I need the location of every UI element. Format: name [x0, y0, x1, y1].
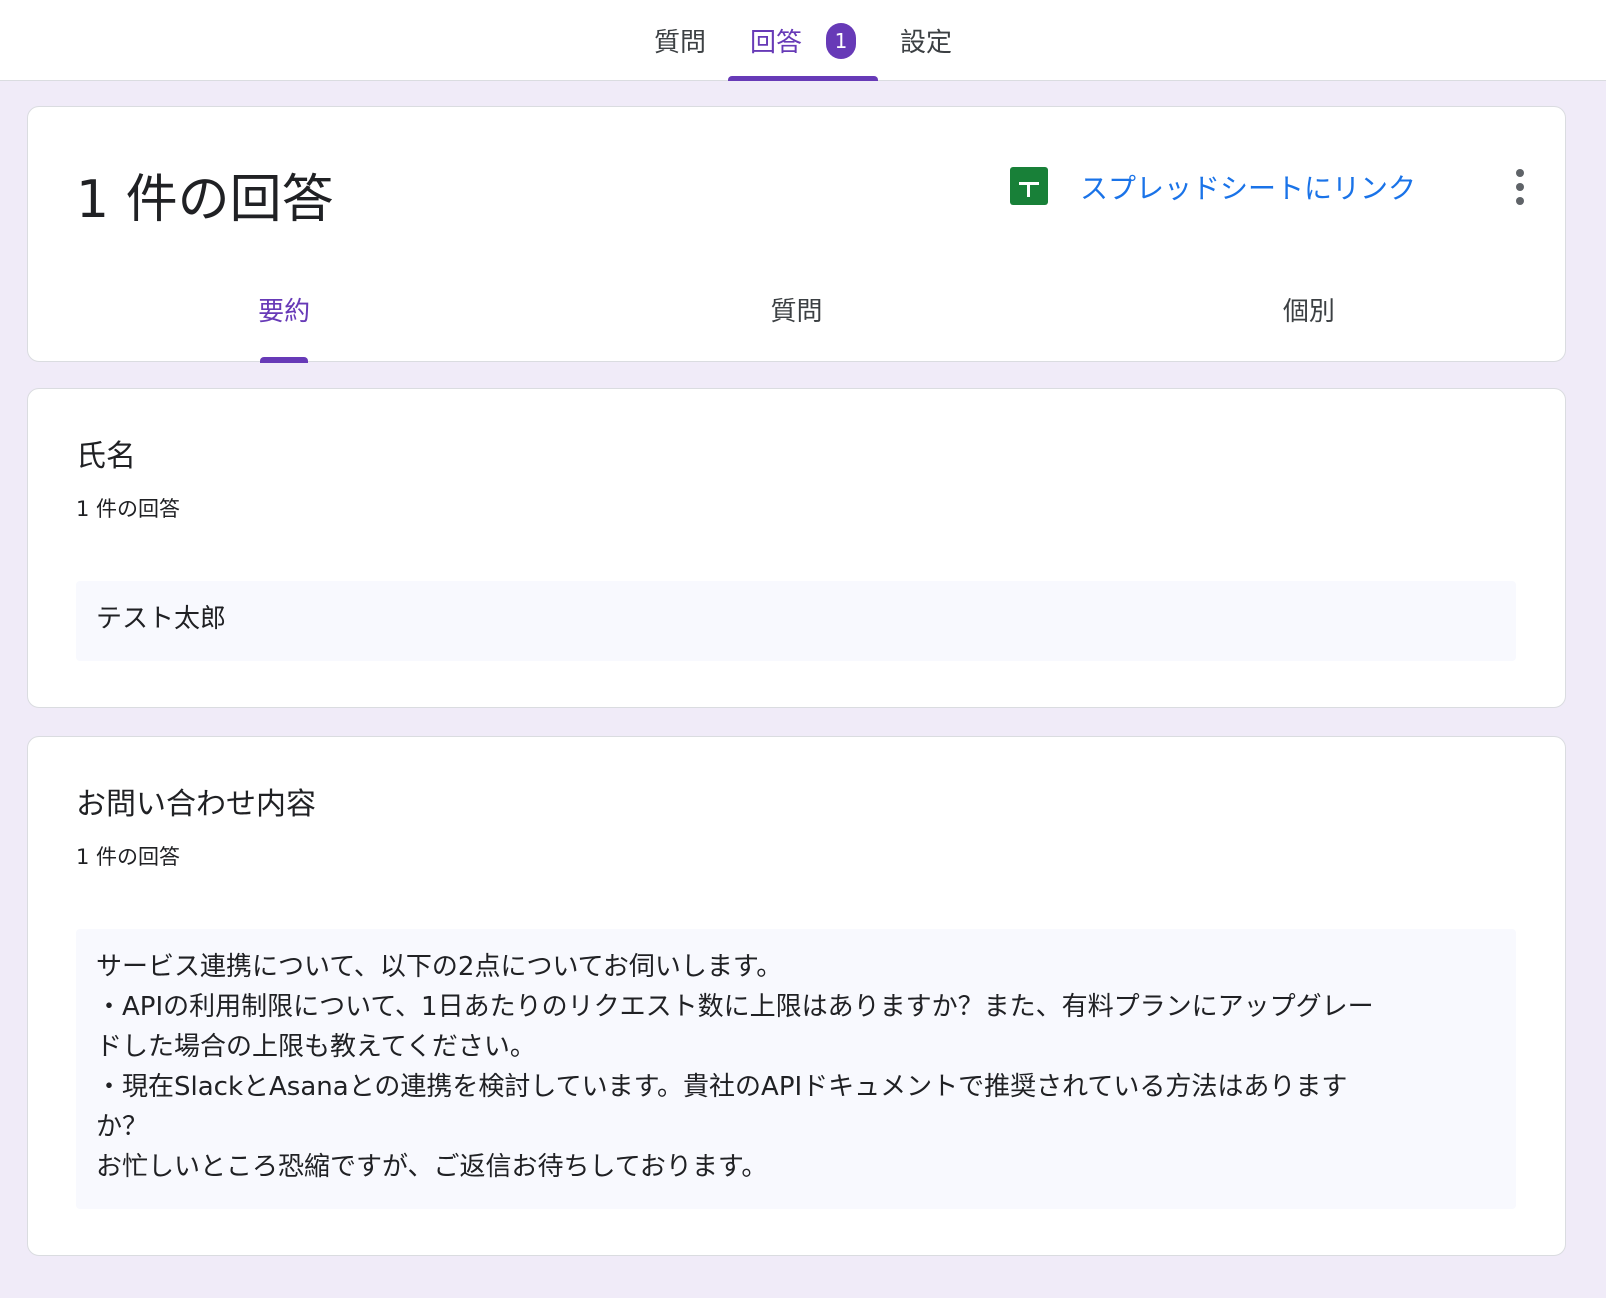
tab-responses-label: 回答 — [749, 28, 802, 58]
question-card-inquiry: お問い合わせ内容 1 件の回答 サービス連携について、以下の2点についてお伺いし… — [27, 736, 1566, 1256]
link-to-spreadsheet-button[interactable]: スプレッドシートにリンク — [1080, 167, 1416, 207]
answer-text: テスト太郎 — [96, 604, 227, 634]
answer-text-line: ドした場合の上限も教えてください。 — [96, 1032, 536, 1062]
tab-summary[interactable]: 要約 — [28, 277, 540, 363]
top-bar: 質問 回答 1 設定 — [0, 0, 1606, 81]
answer-box: テスト太郎 — [76, 581, 1516, 661]
answer-text-line: ・APIの利用制限について、1日あたりのリクエスト数に上限はありますか？また、有… — [96, 992, 1374, 1022]
tab-question[interactable]: 質問 — [540, 277, 1052, 363]
sheets-plus-glyph — [1019, 182, 1039, 197]
question-card-name: 氏名 1 件の回答 テスト太郎 — [27, 388, 1566, 708]
top-tabs: 質問 回答 1 設定 — [0, 0, 1606, 81]
response-view-tabs: 要約 質問 個別 — [28, 277, 1565, 363]
responses-title: 1 件の回答 — [76, 170, 334, 230]
answer-text-line: ・現在SlackとAsanaとの連携を検討しています。貴社のAPIドキュメントで… — [96, 1072, 1348, 1102]
more-options-icon[interactable] — [1510, 167, 1530, 207]
tab-responses[interactable]: 回答 1 — [727, 0, 879, 81]
answer-box: サービス連携について、以下の2点についてお伺いします。 ・APIの利用制限につい… — [76, 929, 1516, 1209]
response-count: 1 件の回答 — [76, 497, 181, 521]
kebab-dot — [1516, 197, 1524, 205]
answer-text-line: サービス連携について、以下の2点についてお伺いします。 — [96, 952, 783, 982]
response-count: 1 件の回答 — [76, 845, 181, 869]
tab-questions[interactable]: 質問 — [632, 0, 728, 81]
responses-count-badge: 1 — [826, 22, 856, 59]
responses-header-card: 1 件の回答 スプレッドシートにリンク 要約 質問 個別 — [27, 106, 1566, 362]
kebab-dot — [1516, 169, 1524, 177]
question-title: お問い合わせ内容 — [76, 787, 316, 822]
answer-text-line: お忙しいところ恐縮ですが、ご返信お待ちしております。 — [96, 1152, 768, 1182]
tab-settings-label: 設定 — [900, 28, 953, 58]
kebab-dot — [1516, 183, 1524, 191]
answer-text-line: か？ — [96, 1112, 149, 1142]
question-title: 氏名 — [76, 439, 136, 474]
tab-questions-label: 質問 — [653, 28, 706, 58]
tab-individual[interactable]: 個別 — [1053, 277, 1565, 363]
sheets-icon[interactable] — [1010, 167, 1048, 205]
tab-settings[interactable]: 設定 — [878, 0, 974, 81]
